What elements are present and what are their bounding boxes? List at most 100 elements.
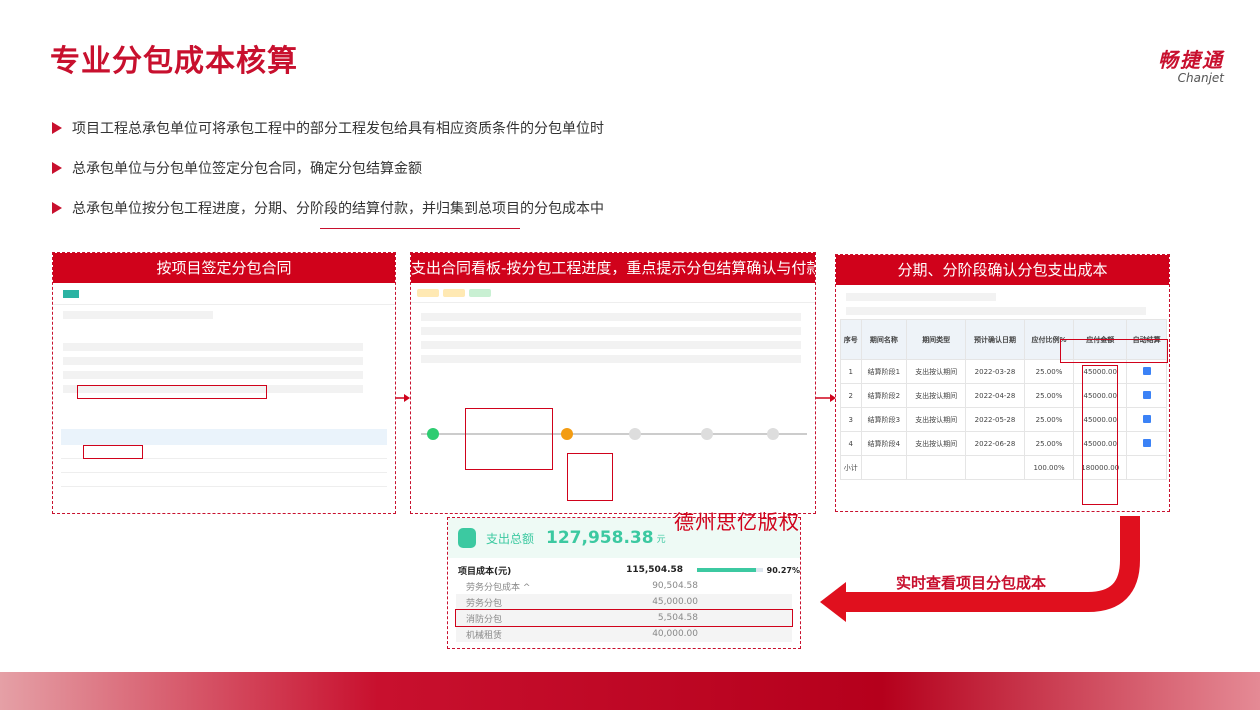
cell-name: 结算阶段3 bbox=[860, 407, 908, 432]
cost-summary-panel: 支出总额 127,958.38 元 项目成本(元) 115,504.58 90.… bbox=[447, 517, 801, 649]
cost-item-row: 机械租赁 40,000.00 bbox=[456, 626, 792, 642]
board-thumbnail bbox=[411, 283, 815, 513]
table-row bbox=[61, 459, 387, 473]
cell-no: 2 bbox=[840, 383, 862, 408]
cell-total-label: 小计 bbox=[840, 455, 862, 480]
flow-node bbox=[701, 428, 713, 440]
project-cost-value: 115,504.58 bbox=[626, 565, 684, 575]
cell-empty bbox=[860, 455, 908, 480]
cell-no: 4 bbox=[840, 431, 862, 456]
cost-item-label: 机械租赁 bbox=[466, 630, 503, 641]
cell-auto bbox=[1126, 383, 1167, 408]
cost-item-row: 劳务分包 45,000.00 bbox=[456, 594, 792, 610]
triangle-icon bbox=[52, 122, 62, 134]
status-chip bbox=[469, 288, 491, 297]
contract-panel: 按项目签定分包合同 bbox=[52, 252, 396, 514]
highlight-box bbox=[1060, 339, 1168, 363]
project-cost-row: 项目成本(元) 115,504.58 90.27% bbox=[448, 562, 800, 578]
highlight-box bbox=[1082, 365, 1118, 505]
cell-pct: 25.00% bbox=[1023, 407, 1075, 432]
checkbox-checked-icon[interactable] bbox=[1142, 414, 1151, 423]
database-icon bbox=[458, 528, 476, 548]
cell-pct: 25.00% bbox=[1023, 359, 1075, 384]
underline-mark bbox=[320, 228, 520, 229]
board-line bbox=[421, 327, 801, 335]
form-line bbox=[63, 357, 363, 365]
checkbox-checked-icon[interactable] bbox=[1142, 390, 1151, 399]
confirm-panel: 分期、分阶段确认分包支出成本 序号 期间名称 期间类型 预计确认日期 应付比例%… bbox=[835, 254, 1170, 512]
form-line bbox=[63, 343, 363, 351]
cell-pct: 25.00% bbox=[1023, 383, 1075, 408]
col-header: 期间名称 bbox=[860, 319, 908, 360]
total-expense-label: 支出总额 bbox=[486, 531, 535, 546]
project-cost-label: 项目成本(元) bbox=[458, 566, 512, 577]
bullet-item: 总承包单位按分包工程进度，分期、分阶段的结算付款，并归集到总项目的分包成本中 bbox=[52, 198, 604, 218]
cell-auto bbox=[1126, 431, 1167, 456]
total-expense-unit: 元 bbox=[656, 534, 666, 545]
col-header: 序号 bbox=[840, 319, 862, 360]
big-arrow-head bbox=[820, 582, 846, 622]
cell-empty bbox=[906, 455, 967, 480]
col-header: 预计确认日期 bbox=[965, 319, 1025, 360]
cost-item-value: 40,000.00 bbox=[652, 629, 698, 639]
cell-auto bbox=[1126, 407, 1167, 432]
cost-item-value: 45,000.00 bbox=[652, 597, 698, 607]
contract-tabs bbox=[53, 283, 395, 305]
logo-cn-text: 畅捷通 bbox=[1158, 48, 1224, 72]
cost-item-row-highlighted: 消防分包 5,504.58 bbox=[455, 609, 793, 627]
cell-no: 3 bbox=[840, 407, 862, 432]
callout-text: 实时查看项目分包成本 bbox=[896, 574, 1047, 592]
bullet-list: 项目工程总承包单位可将承包工程中的部分工程发包给具有相应资质条件的分包单位时 总… bbox=[52, 118, 604, 238]
board-line bbox=[421, 341, 801, 349]
cell-name: 结算阶段1 bbox=[860, 359, 908, 384]
status-chip bbox=[443, 288, 465, 297]
col-header: 期间类型 bbox=[906, 319, 967, 360]
confirm-line bbox=[846, 307, 1146, 315]
form-line bbox=[63, 311, 213, 319]
bullet-item: 项目工程总承包单位可将承包工程中的部分工程发包给具有相应资质条件的分包单位时 bbox=[52, 118, 604, 138]
cell-auto bbox=[1126, 359, 1167, 384]
footer-band bbox=[0, 672, 1260, 710]
cost-item-value: 90,504.58 bbox=[652, 581, 698, 591]
project-cost-pct: 90.27% bbox=[766, 565, 800, 575]
cell-date: 2022-03-28 bbox=[965, 359, 1025, 384]
total-expense-value: 127,958.38 bbox=[546, 528, 654, 548]
logo-en-text: Chanjet bbox=[1177, 71, 1224, 85]
cell-empty bbox=[965, 455, 1025, 480]
checkbox-checked-icon[interactable] bbox=[1142, 366, 1151, 375]
cost-subitems: 劳务分包 45,000.00 消防分包 5,504.58 机械租赁 40,000… bbox=[455, 594, 793, 642]
cell-type: 支出按认期间 bbox=[906, 359, 967, 384]
highlight-box bbox=[567, 453, 613, 501]
cost-item-label: 劳务分包 bbox=[466, 598, 503, 609]
page-title: 专业分包成本核算 bbox=[50, 44, 298, 79]
cell-type: 支出按认期间 bbox=[906, 407, 967, 432]
triangle-icon bbox=[52, 162, 62, 174]
cell-date: 2022-05-28 bbox=[965, 407, 1025, 432]
cell-date: 2022-04-28 bbox=[965, 383, 1025, 408]
cell-name: 结算阶段4 bbox=[860, 431, 908, 456]
board-toolbar bbox=[411, 283, 815, 303]
cost-item-label: 劳务分包成本 ^ bbox=[466, 582, 531, 593]
cell-name: 结算阶段2 bbox=[860, 383, 908, 408]
board-line bbox=[421, 313, 801, 321]
chanjet-logo: 畅捷通 Chanjet bbox=[1158, 44, 1224, 85]
cell-type: 支出按认期间 bbox=[906, 383, 967, 408]
cost-item-row[interactable]: 劳务分包成本 ^ 90,504.58 bbox=[448, 578, 800, 594]
cost-item-label: 消防分包 bbox=[466, 614, 503, 625]
board-panel-heading: 支出合同看板-按分包工程进度，重点提示分包结算确认与付款 bbox=[411, 253, 815, 283]
board-panel: 支出合同看板-按分包工程进度，重点提示分包结算确认与付款 bbox=[410, 252, 816, 514]
watermark-text: 德州思亿版权 bbox=[674, 510, 800, 534]
bullet-item: 总承包单位与分包单位签定分包合同，确定分包结算金额 bbox=[52, 158, 604, 178]
status-chip bbox=[417, 288, 439, 297]
bullet-text: 总承包单位按分包工程进度，分期、分阶段的结算付款，并归集到总项目的分包成本中 bbox=[72, 201, 604, 217]
board-line bbox=[421, 355, 801, 363]
confirm-line bbox=[846, 293, 996, 301]
checkbox-checked-icon[interactable] bbox=[1142, 438, 1151, 447]
flow-node bbox=[767, 428, 779, 440]
cell-date: 2022-06-28 bbox=[965, 431, 1025, 456]
table-header bbox=[61, 429, 387, 445]
flow-node bbox=[629, 428, 641, 440]
cell-empty bbox=[1126, 455, 1167, 480]
cell-pct: 25.00% bbox=[1023, 431, 1075, 456]
tab-contract[interactable] bbox=[63, 289, 79, 298]
